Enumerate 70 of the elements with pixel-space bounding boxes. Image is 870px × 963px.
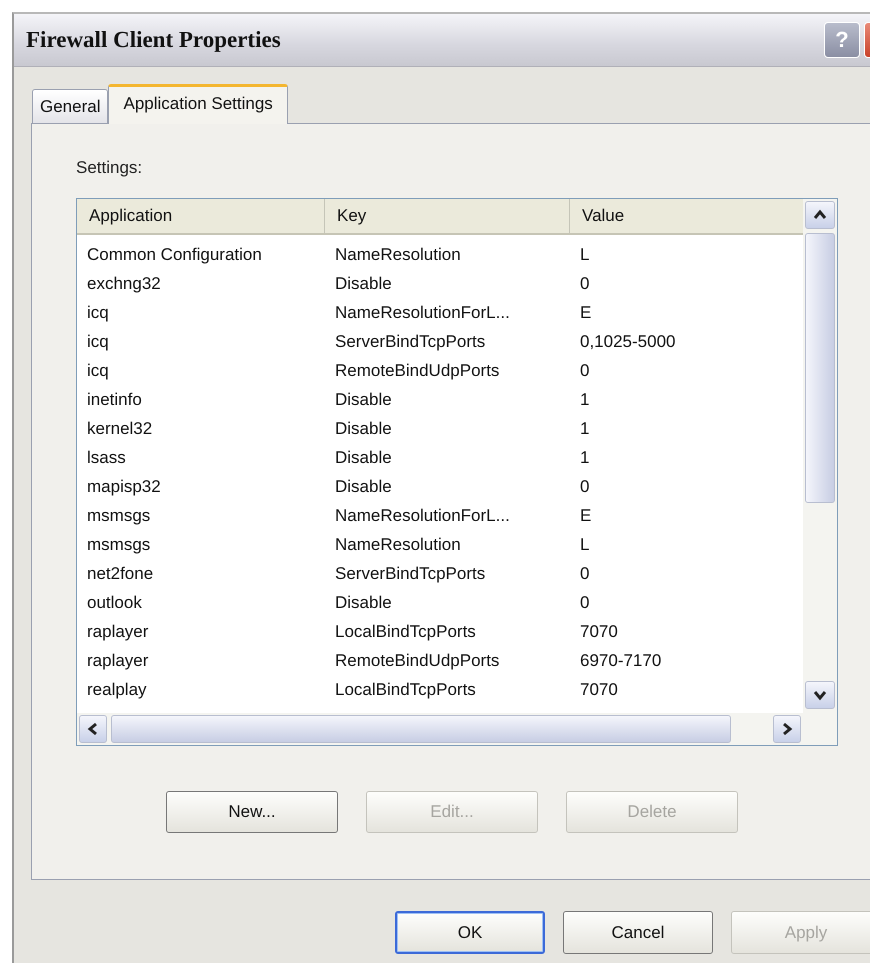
button[interactable]: Cancel	[563, 911, 713, 954]
table-cell-text: raplayer	[86, 650, 150, 672]
table-cell-text: 0	[579, 273, 590, 295]
table-cell-text: L	[579, 244, 590, 266]
table-cell-text: NameResolutionForL...	[334, 302, 511, 324]
table-cell-text: RemoteBindUdpPorts	[334, 650, 500, 672]
scroll-down-button[interactable]	[805, 681, 835, 709]
table-cell-text: NameResolution	[334, 244, 462, 266]
table-cell-text: Disable	[334, 389, 393, 411]
table-cell-text: Disable	[334, 447, 393, 469]
table-cell-text: icq	[86, 360, 110, 382]
chevron-left-icon	[87, 722, 99, 736]
table-cell-text: icq	[86, 331, 110, 353]
table-cell-text: raplayer	[86, 621, 150, 643]
button[interactable]: New...	[166, 791, 338, 833]
table-cell-text: 1	[579, 418, 590, 440]
chevron-up-icon	[813, 209, 827, 221]
table-cell-text: ServerBindTcpPorts	[334, 331, 486, 353]
tab[interactable]: Application Settings	[108, 84, 288, 124]
table-cell-text: Disable	[334, 476, 393, 498]
table-cell-text: Disable	[334, 273, 393, 295]
table-cell-text: mapisp32	[86, 476, 162, 498]
table-cell-text: outlook	[86, 592, 143, 614]
column-header[interactable]: Value	[570, 199, 803, 233]
table-cell-text: Common Configuration	[86, 244, 263, 266]
chevron-right-icon	[781, 722, 793, 736]
column-header[interactable]: Key	[325, 199, 570, 233]
table-cell-text: 1	[579, 389, 590, 411]
table-cell-text: Disable	[334, 592, 393, 614]
column-header[interactable]: Application	[77, 199, 325, 233]
table-cell-text: exchng32	[86, 273, 162, 295]
table-cell-text: 0	[579, 360, 590, 382]
table-cell-text: msmsgs	[86, 534, 152, 556]
table-cell-text: E	[579, 505, 592, 527]
table-cell-text: NameResolutionForL...	[334, 505, 511, 527]
scroll-left-button[interactable]	[79, 715, 107, 743]
chevron-down-icon	[813, 689, 827, 701]
table-cell-text: 6970-7170	[579, 650, 662, 672]
table-cell-text: E	[579, 302, 592, 324]
table-cell-text: 0	[579, 563, 590, 585]
table-cell-text: LocalBindTcpPorts	[334, 679, 477, 701]
table-cell-text: LocalBindTcpPorts	[334, 621, 477, 643]
scroll-right-button[interactable]	[773, 715, 801, 743]
table-cell-text: 1	[579, 447, 590, 469]
scrollbar-thumb[interactable]	[805, 233, 835, 503]
table-cell-text: inetinfo	[86, 389, 143, 411]
table-cell-text: realplay	[86, 679, 148, 701]
table-cell-text: RemoteBindUdpPorts	[334, 360, 500, 382]
table-cell-text: 0	[579, 592, 590, 614]
vertical-scrollbar[interactable]	[803, 199, 837, 745]
table-cell-text: NameResolution	[334, 534, 462, 556]
table-cell-text: 7070	[579, 621, 619, 643]
table-cell-text: kernel32	[86, 418, 154, 440]
table-cell-text: net2fone	[86, 563, 154, 585]
table-cell-text: lsass	[86, 447, 127, 469]
horizontal-scrollbar[interactable]	[77, 713, 803, 745]
settings-label: Settings:	[76, 158, 142, 178]
window-title: Firewall Client Properties	[26, 27, 282, 53]
table-cell-text: 0,1025-5000	[579, 331, 676, 353]
table-cell-text: 7070	[579, 679, 619, 701]
table-cell-text: Disable	[334, 418, 393, 440]
tab[interactable]: General	[32, 89, 108, 123]
button[interactable]: OK	[395, 911, 545, 954]
table-cell-text: L	[579, 534, 590, 556]
scrollbar-thumb[interactable]	[111, 715, 731, 743]
scroll-up-button[interactable]	[805, 201, 835, 229]
table-cell-text: icq	[86, 302, 110, 324]
table-cell-text: msmsgs	[86, 505, 152, 527]
table-cell-text: ServerBindTcpPorts	[334, 563, 486, 585]
table-cell-text: 0	[579, 476, 590, 498]
